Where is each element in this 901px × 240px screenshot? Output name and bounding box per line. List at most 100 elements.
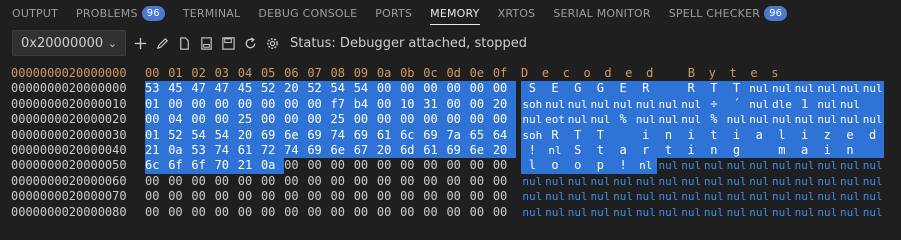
decoded-char[interactable]: n xyxy=(657,127,680,143)
decoded-char[interactable]: nul xyxy=(679,96,703,113)
decoded-char[interactable]: nul xyxy=(566,112,590,128)
decoded-char[interactable]: nul xyxy=(566,189,589,204)
hex-byte[interactable]: 00 xyxy=(284,96,308,113)
decoded-char[interactable]: i xyxy=(634,127,658,143)
decoded-char[interactable]: nul xyxy=(861,205,884,220)
hex-byte[interactable]: 00 xyxy=(307,96,331,113)
hex-byte[interactable]: 01 xyxy=(145,127,169,143)
decoded-char[interactable]: G xyxy=(589,81,612,97)
decoded-char[interactable]: l xyxy=(770,127,794,143)
decoded-char[interactable]: t xyxy=(702,127,726,143)
hex-byte[interactable]: 00 xyxy=(238,205,261,220)
hex-byte[interactable]: 00 xyxy=(493,205,516,220)
decoded-char[interactable]: nul xyxy=(566,96,590,113)
hex-byte[interactable]: 00 xyxy=(446,96,470,113)
decoded-char[interactable]: z xyxy=(815,127,839,143)
hex-byte[interactable]: 47 xyxy=(191,81,215,97)
hex-byte[interactable]: 61 xyxy=(237,142,261,159)
tab-memory[interactable]: MEMORY xyxy=(430,0,481,26)
decoded-char[interactable]: nul xyxy=(589,112,612,128)
decoded-char[interactable]: nul xyxy=(748,158,771,173)
decoded-char[interactable]: nul xyxy=(612,189,635,204)
hex-byte[interactable]: 04 xyxy=(168,112,192,128)
decoded-char[interactable]: i xyxy=(793,127,816,143)
tab-serial-monitor[interactable]: SERIAL MONITOR xyxy=(553,0,650,26)
decoded-char[interactable]: nul xyxy=(839,205,862,220)
decoded-char[interactable]: nul xyxy=(680,189,703,204)
hex-byte[interactable]: 52 xyxy=(260,81,285,97)
hex-byte[interactable]: 00 xyxy=(260,96,285,113)
decoded-char[interactable]: e xyxy=(838,127,862,143)
decoded-char[interactable]: nul xyxy=(839,189,862,204)
hex-byte[interactable]: 00 xyxy=(492,112,516,128)
decoded-char[interactable]: nul xyxy=(861,174,884,189)
decoded-char[interactable]: nul xyxy=(612,205,635,220)
decoded-char[interactable]: dle xyxy=(770,96,794,113)
decoded-char[interactable]: nul xyxy=(793,189,816,204)
decoded-char[interactable]: nul xyxy=(838,81,862,97)
hex-byte[interactable]: 6f xyxy=(191,158,215,174)
decoded-char[interactable]: nul xyxy=(725,205,748,220)
decoded-char[interactable]: nul xyxy=(589,174,612,189)
decoded-char[interactable]: nul xyxy=(566,205,589,220)
decoded-char[interactable]: nul xyxy=(657,112,680,128)
save-icon[interactable] xyxy=(220,35,236,51)
decoded-char[interactable]: nul xyxy=(521,189,544,204)
decoded-char[interactable]: nul xyxy=(748,174,771,189)
hex-byte[interactable]: 00 xyxy=(215,189,238,204)
decoded-char[interactable]: nl xyxy=(543,142,567,159)
hex-byte[interactable]: 00 xyxy=(446,174,469,189)
hex-byte[interactable]: 00 xyxy=(423,205,446,220)
decoded-char[interactable]: nul xyxy=(747,96,771,113)
hex-byte[interactable]: 00 xyxy=(354,174,377,189)
hex-byte[interactable]: 53 xyxy=(145,81,169,97)
file-icon[interactable] xyxy=(176,35,192,51)
decoded-char[interactable]: nul xyxy=(725,112,748,128)
hex-byte[interactable]: 00 xyxy=(168,96,192,113)
hex-byte[interactable]: 74 xyxy=(214,142,238,159)
hex-byte[interactable]: f7 xyxy=(330,96,354,113)
decoded-char[interactable]: nul xyxy=(612,174,635,189)
decoded-char[interactable]: E xyxy=(543,81,567,97)
hex-byte[interactable]: 00 xyxy=(400,81,424,97)
decoded-char[interactable]: nul xyxy=(634,205,657,220)
hex-byte[interactable]: 00 xyxy=(400,174,423,189)
address-select[interactable]: 0x20000000 ⌄ xyxy=(12,30,126,56)
decoded-char[interactable]: r xyxy=(634,142,658,159)
decoded-char[interactable]: nul xyxy=(634,189,657,204)
decoded-char[interactable]: nul xyxy=(544,174,567,189)
hex-byte[interactable]: 69 xyxy=(260,127,285,143)
hex-byte[interactable]: 00 xyxy=(145,112,169,128)
decoded-char[interactable]: R xyxy=(634,81,658,97)
hex-byte[interactable]: 45 xyxy=(168,81,192,97)
tab-output[interactable]: OUTPUT xyxy=(12,0,58,26)
decoded-char[interactable]: a xyxy=(793,142,816,159)
hex-byte[interactable]: 00 xyxy=(423,81,447,97)
hex-byte[interactable]: 00 xyxy=(469,96,493,113)
tab-debug-console[interactable]: DEBUG CONSOLE xyxy=(258,0,357,26)
decoded-char[interactable]: nul xyxy=(589,189,612,204)
decoded-char[interactable]: soh xyxy=(521,96,544,113)
decoded-char[interactable]: nul xyxy=(521,205,544,220)
decoded-char[interactable]: nul xyxy=(816,174,839,189)
decoded-char[interactable]: nul xyxy=(657,205,680,220)
hex-byte[interactable]: 20 xyxy=(492,96,516,113)
decoded-char[interactable]: nul xyxy=(861,81,884,97)
hex-byte[interactable]: 00 xyxy=(492,81,516,97)
hex-byte[interactable]: 00 xyxy=(446,158,469,173)
decoded-char[interactable]: nul xyxy=(703,174,726,189)
hex-byte[interactable]: 54 xyxy=(214,127,238,143)
hex-byte[interactable]: 00 xyxy=(470,189,493,204)
decoded-char[interactable]: l xyxy=(521,158,544,174)
hex-byte[interactable]: 0a xyxy=(168,142,192,159)
hex-byte[interactable]: 61 xyxy=(376,127,401,143)
hex-byte[interactable]: 31 xyxy=(423,96,447,113)
decoded-char[interactable]: g xyxy=(725,142,748,159)
hex-byte[interactable]: 00 xyxy=(376,96,401,113)
hex-byte[interactable]: 6e xyxy=(284,127,308,143)
decoded-char[interactable]: nul xyxy=(657,158,680,173)
decoded-char[interactable]: i xyxy=(815,142,839,159)
hex-byte[interactable]: 6c xyxy=(400,127,424,143)
decoded-char[interactable]: o xyxy=(543,158,567,174)
hex-byte[interactable]: 25 xyxy=(330,112,354,128)
